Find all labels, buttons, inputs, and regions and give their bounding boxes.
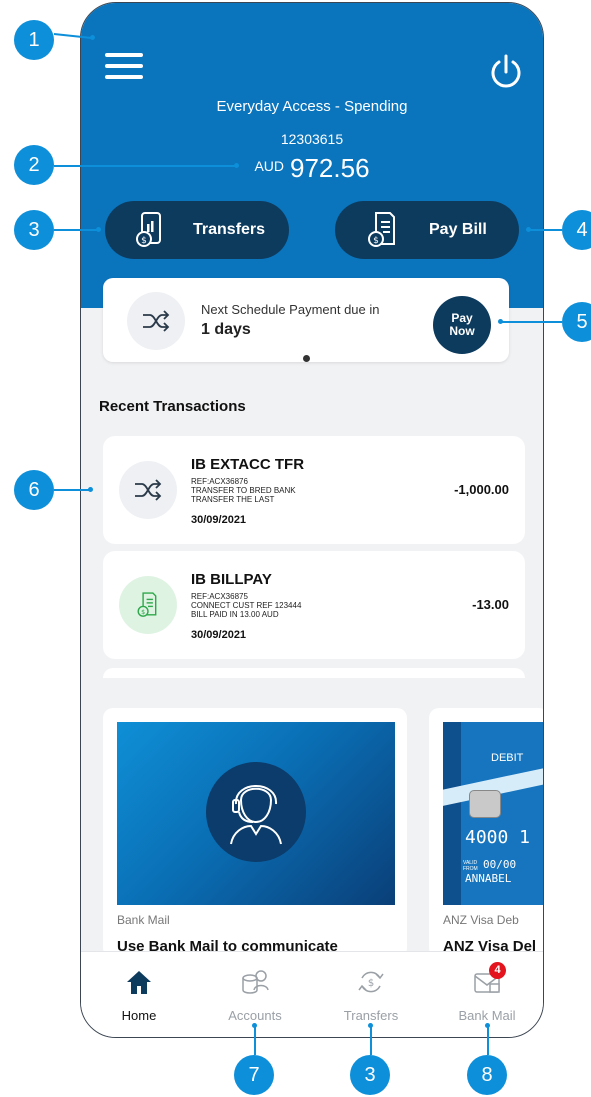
- tab-home[interactable]: Home: [81, 952, 197, 1037]
- callout-dot: [485, 1023, 490, 1028]
- transaction-title: IB BILLPAY: [191, 571, 272, 588]
- shuffle-icon: [127, 292, 185, 350]
- card-debit-label: DEBIT: [491, 752, 524, 764]
- headset-support-icon: [206, 762, 306, 862]
- tab-label: Accounts: [228, 1008, 282, 1023]
- transaction-row[interactable]: $ IB BILLPAY REF:ACX36875 CONNECT CUST R…: [103, 551, 525, 659]
- callout-marker: 7: [234, 1055, 274, 1095]
- card-number: 4000 1: [465, 827, 531, 848]
- promo-tag: ANZ Visa Deb: [443, 913, 519, 927]
- callout-line: [528, 229, 562, 231]
- bill-icon: $: [368, 212, 395, 247]
- svg-text:$: $: [373, 236, 379, 246]
- transaction-detail: CONNECT CUST REF 123444: [191, 601, 302, 610]
- callout-dot: [88, 487, 93, 492]
- shuffle-icon: [119, 461, 177, 519]
- schedule-text: Next Schedule Payment due in: [201, 302, 380, 317]
- callout-marker: 1: [14, 20, 54, 60]
- transaction-date: 30/09/2021: [191, 514, 247, 526]
- pay-now-line2: Now: [449, 324, 475, 338]
- callout-line: [370, 1025, 372, 1055]
- recent-transactions-title: Recent Transactions: [99, 398, 246, 415]
- phone-transfer-icon: $: [136, 212, 161, 247]
- carousel-dot: [303, 355, 310, 362]
- callout-dot: [90, 35, 95, 40]
- callout-marker: 3: [350, 1055, 390, 1095]
- transaction-row[interactable]: IB EXTACC TFR REF:ACX36876 TRANSFER TO B…: [103, 436, 525, 544]
- callout-dot: [368, 1023, 373, 1028]
- callout-marker: 5: [562, 302, 591, 342]
- transaction-detail: BILL PAID IN 13.00 AUD: [191, 610, 279, 619]
- callout-dot: [96, 227, 101, 232]
- unread-badge: 4: [489, 962, 506, 979]
- transfer-cycle-icon: $: [358, 971, 384, 993]
- callout-marker: 4: [562, 210, 591, 250]
- callout-marker: 6: [14, 470, 54, 510]
- balance-currency: AUD: [254, 158, 285, 174]
- card-stripe: [443, 722, 461, 905]
- callout-line: [487, 1025, 489, 1055]
- svg-text:$: $: [141, 236, 147, 246]
- transaction-ref: REF:ACX36876: [191, 477, 248, 486]
- pay-bill-label: Pay Bill: [429, 221, 487, 238]
- account-name: Everyday Access - Spending: [216, 98, 408, 115]
- transfers-button[interactable]: $ Transfers: [105, 201, 289, 259]
- tab-label: Transfers: [343, 1008, 399, 1023]
- transaction-amount: -1,000.00: [454, 482, 509, 497]
- callout-line: [500, 321, 562, 323]
- tab-label: Bank Mail: [458, 1008, 516, 1023]
- promo-image: [117, 722, 395, 905]
- transaction-ref: REF:ACX36875: [191, 592, 248, 601]
- promo-card-bank-mail[interactable]: Bank Mail Use Bank Mail to communicate: [103, 708, 407, 958]
- transaction-row-peek: [103, 668, 525, 678]
- svg-text:$: $: [368, 978, 374, 989]
- accounts-icon: [242, 970, 269, 994]
- callout-line: [54, 165, 236, 167]
- callout-line: [54, 489, 90, 491]
- account-balance: AUD 972.56: [81, 153, 543, 184]
- home-icon: [127, 971, 151, 994]
- card-valid-label: VALID FROM: [463, 860, 478, 872]
- callout-marker: 8: [467, 1055, 507, 1095]
- transaction-title: IB EXTACC TFR: [191, 456, 305, 473]
- balance-amount: 972.56: [290, 153, 370, 183]
- transfers-label: Transfers: [193, 221, 266, 238]
- callout-line: [54, 229, 98, 231]
- visa-debit-card-image: DEBIT 4000 1 VALID FROM 00/00 ANNABEL: [443, 722, 543, 905]
- hamburger-menu-icon[interactable]: [105, 53, 143, 83]
- power-icon[interactable]: [487, 53, 525, 91]
- chip-icon: [469, 790, 501, 818]
- transaction-detail: TRANSFER TO BRED BANK: [191, 486, 296, 495]
- svg-text:$: $: [141, 609, 145, 616]
- pay-now-button[interactable]: Pay Now: [433, 296, 491, 354]
- bill-icon: $: [119, 576, 177, 634]
- promo-card-visa-debit[interactable]: DEBIT 4000 1 VALID FROM 00/00 ANNABEL AN…: [429, 708, 543, 958]
- transaction-detail: TRANSFER THE LAST: [191, 495, 275, 504]
- transaction-amount: -13.00: [472, 597, 509, 612]
- transaction-date: 30/09/2021: [191, 629, 247, 641]
- account-number: 12303615: [280, 131, 344, 147]
- callout-marker: 2: [14, 145, 54, 185]
- scheduled-payment-card[interactable]: Next Schedule Payment due in 1 days Pay …: [103, 278, 509, 362]
- callout-line: [254, 1025, 256, 1055]
- promo-tag: Bank Mail: [117, 913, 170, 927]
- phone-frame: Everyday Access - Spending 12303615 AUD 9…: [80, 2, 544, 1038]
- callout-dot: [252, 1023, 257, 1028]
- callout-dot: [234, 163, 239, 168]
- tab-label: Home: [121, 1008, 157, 1023]
- callout-marker: 3: [14, 210, 54, 250]
- card-name: ANNABEL: [465, 872, 512, 885]
- bottom-tab-bar: Home Accounts $ Transfers 4 Bank Mail: [81, 951, 543, 1037]
- callout-dot: [526, 227, 531, 232]
- schedule-days: 1 days: [201, 321, 251, 338]
- pay-bill-button[interactable]: $ Pay Bill: [335, 201, 519, 259]
- callout-dot: [498, 319, 503, 324]
- card-expiry: 00/00: [483, 858, 517, 871]
